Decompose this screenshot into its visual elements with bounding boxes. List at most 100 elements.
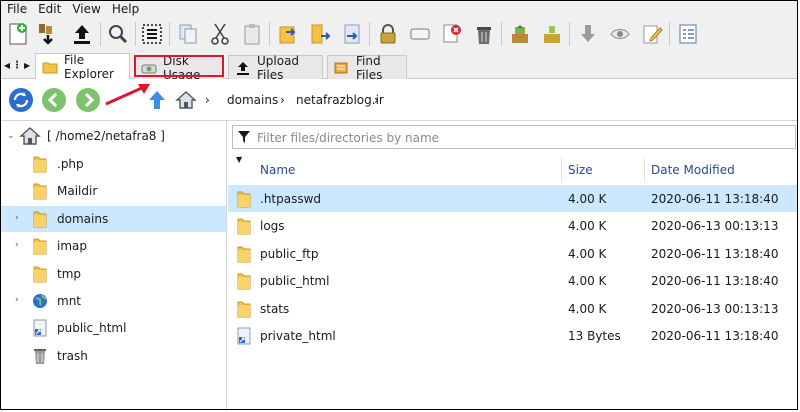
tree-item-label: tmp	[57, 266, 82, 281]
breadcrumb-domains[interactable]: domains	[227, 93, 278, 107]
menu-file[interactable]: File	[1, 1, 32, 17]
menu-bar: File Edit View Help	[1, 1, 797, 18]
filter-box[interactable]	[232, 125, 796, 149]
folder-icon	[236, 271, 252, 291]
table-row[interactable]: .htpasswd 4.00 K 2020-06-11 13:18:40	[228, 185, 797, 212]
tab-bar: ◀ ⋮ ▶ File Explorer Disk Usage Upload Fi…	[1, 52, 797, 82]
tab-scroll-control[interactable]: ◀ ⋮ ▶	[4, 58, 30, 72]
tree-root[interactable]: ⌄ [ /home2/netafra8 ]	[1, 123, 226, 149]
column-name[interactable]: Name	[260, 163, 295, 177]
tree-item[interactable]: tmp	[1, 261, 226, 287]
file-name: .htpasswd	[260, 192, 322, 206]
chevron-right-icon[interactable]: ›	[15, 213, 19, 223]
chevron-down-icon[interactable]: ⌄	[7, 131, 15, 141]
file-name: stats	[260, 301, 290, 316]
link-icon	[32, 317, 48, 339]
folder-icon	[32, 263, 48, 285]
chevron-left-icon[interactable]: ◀	[4, 61, 10, 70]
tree-item[interactable]: Maildir	[1, 178, 226, 204]
trash-icon[interactable]	[471, 20, 497, 48]
tree-item-label: mnt	[57, 294, 81, 308]
chevron-right-icon[interactable]: ›	[15, 295, 19, 305]
copy-icon[interactable]	[175, 20, 201, 48]
tree-item-label: imap	[57, 239, 87, 254]
search-icon[interactable]	[105, 20, 131, 48]
file-name: logs	[260, 219, 285, 234]
file-size: 4.00 K	[568, 301, 607, 316]
column-date-modified[interactable]: Date Modified	[651, 163, 735, 177]
copy-to-icon[interactable]	[307, 20, 333, 48]
filter-icon	[238, 131, 250, 143]
column-header: ▼ Name Size Date Modified	[228, 154, 797, 185]
globe-icon	[32, 290, 48, 312]
address-bar[interactable]: › domains › netafrazblog.ir ›	[173, 86, 796, 114]
cut-icon[interactable]	[207, 20, 233, 48]
sort-indicator-icon[interactable]: ▼	[236, 155, 242, 164]
file-size: 4.00 K	[568, 274, 607, 289]
folder-icon	[236, 299, 252, 319]
toolbar	[1, 18, 797, 52]
filter-input[interactable]	[255, 128, 779, 148]
find-icon	[334, 62, 348, 73]
back-icon[interactable]	[42, 88, 66, 112]
tree-item[interactable]: › mnt	[1, 288, 226, 314]
folder-icon	[236, 244, 252, 264]
folder-icon	[236, 216, 252, 236]
up-directory-icon[interactable]	[146, 88, 168, 112]
forward-icon[interactable]	[76, 88, 100, 112]
home-icon[interactable]	[175, 89, 197, 111]
download-arrow-icon[interactable]	[575, 20, 601, 48]
upload-icon[interactable]	[69, 20, 95, 48]
compress-icon[interactable]	[407, 20, 433, 48]
extract-icon[interactable]	[507, 20, 533, 48]
column-size[interactable]: Size	[568, 163, 593, 177]
rename-icon[interactable]	[339, 20, 365, 48]
edit-icon[interactable]	[639, 20, 665, 48]
breadcrumb-separator-icon: ›	[374, 93, 379, 107]
tab-file-explorer[interactable]: File Explorer	[35, 53, 130, 81]
file-name: private_html	[260, 329, 336, 343]
tree-item[interactable]: .php	[1, 151, 226, 177]
menu-edit[interactable]: Edit	[32, 1, 66, 17]
folder-icon	[32, 208, 48, 230]
download-icon[interactable]	[35, 20, 61, 48]
navigation-bar: › domains › netafrazblog.ir ›	[1, 79, 797, 121]
tab-disk-usage[interactable]: Disk Usage	[134, 54, 224, 82]
tree-item-label: .php	[57, 157, 84, 171]
chevron-right-icon[interactable]: ›	[15, 240, 19, 250]
archive-icon[interactable]	[539, 20, 565, 48]
tree-item[interactable]: › imap	[1, 233, 226, 259]
refresh-icon[interactable]	[9, 88, 33, 112]
tree-item-label: public_html	[57, 321, 127, 336]
view-icon[interactable]	[607, 20, 633, 48]
paste-icon[interactable]	[239, 20, 265, 48]
menu-help[interactable]: Help	[106, 1, 144, 17]
tree-item[interactable]: public_html	[1, 315, 226, 341]
table-row[interactable]: private_html 13 Bytes 2020-06-11 13:18:40	[228, 322, 797, 349]
folder-icon	[32, 180, 48, 202]
window: File Edit View Help ◀ ⋮ ▶ File Explorer …	[0, 0, 798, 410]
menu-view[interactable]: View	[66, 1, 105, 17]
file-list: ▼ Name Size Date Modified .htpasswd 4.00 …	[228, 121, 797, 409]
html-editor-icon[interactable]	[675, 20, 701, 48]
table-row[interactable]: stats 4.00 K 2020-06-13 00:13:13	[228, 295, 797, 322]
delete-permanently-icon[interactable]	[439, 20, 465, 48]
chevron-right-icon[interactable]: ▶	[24, 61, 30, 70]
table-row[interactable]: public_ftp 4.00 K 2020-06-11 13:18:40	[228, 240, 797, 267]
permissions-icon[interactable]	[375, 20, 401, 48]
tree-item[interactable]: › domains	[1, 205, 226, 232]
new-file-icon[interactable]	[5, 20, 31, 48]
file-name: public_html	[260, 274, 330, 289]
tab-find-files[interactable]: Find Files	[327, 54, 407, 82]
file-date-modified: 2020-06-11 13:18:40	[651, 329, 779, 343]
disk-icon	[141, 64, 157, 73]
breadcrumb-netafrazblog[interactable]: netafrazblog.ir	[296, 93, 384, 107]
table-row[interactable]: public_html 4.00 K 2020-06-11 13:18:40	[228, 267, 797, 294]
select-all-icon[interactable]	[139, 20, 165, 48]
move-icon[interactable]	[275, 20, 301, 48]
link-icon	[236, 326, 252, 346]
tab-upload-files[interactable]: Upload Files	[228, 54, 323, 82]
table-row[interactable]: logs 4.00 K 2020-06-13 00:13:13	[228, 212, 797, 239]
home-icon	[19, 127, 41, 145]
tree-item[interactable]: trash	[1, 343, 226, 369]
